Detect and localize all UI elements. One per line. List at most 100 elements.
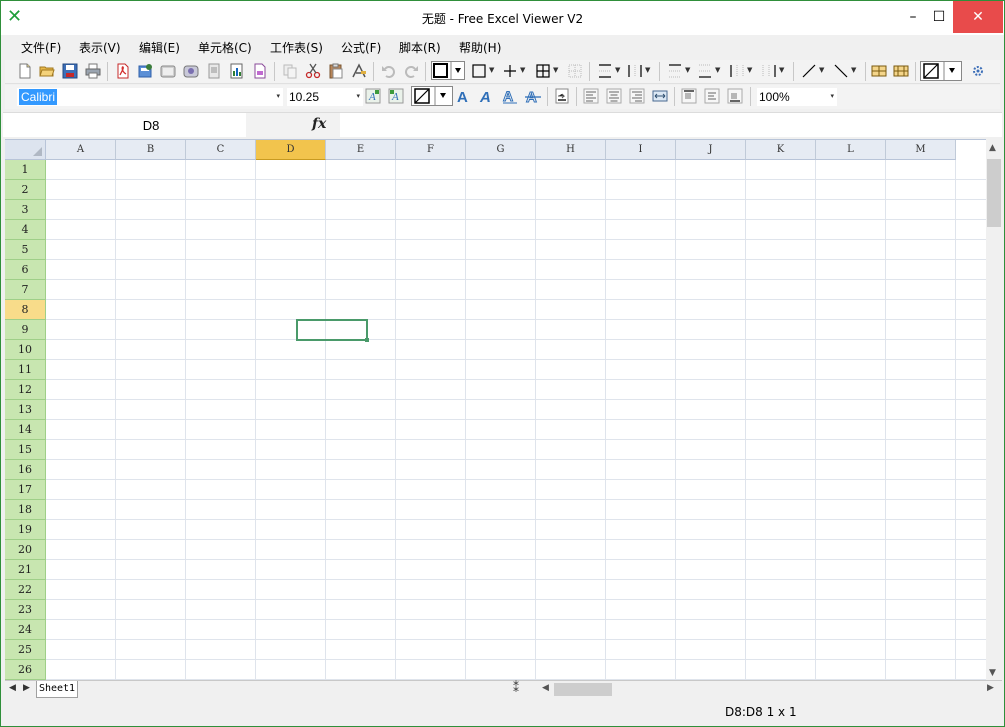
vertical-scroll-thumb[interactable] <box>987 159 1001 227</box>
column-header[interactable]: I <box>606 140 676 160</box>
page-setup-icon[interactable] <box>206 63 222 79</box>
border-top-dropdown[interactable]: ▼ <box>615 66 620 74</box>
row-header[interactable]: 11 <box>5 360 46 380</box>
image-icon[interactable] <box>160 63 176 79</box>
row-header[interactable]: 26 <box>5 660 46 680</box>
column-header[interactable]: K <box>746 140 816 160</box>
tab-sheet1[interactable]: Sheet1 <box>36 681 78 698</box>
format-painter-icon[interactable] <box>351 63 367 79</box>
menu-view[interactable]: 表示(V) <box>79 39 121 56</box>
picture-icon[interactable] <box>183 63 199 79</box>
border-bottom-icon[interactable] <box>697 63 713 79</box>
border-vertical-icon[interactable] <box>627 63 643 79</box>
print-icon[interactable] <box>85 63 101 79</box>
row-header[interactable]: 21 <box>5 560 46 580</box>
border-horizontal-dropdown[interactable]: ▼ <box>685 66 690 74</box>
chart-icon[interactable] <box>229 63 245 79</box>
valign-bottom-icon[interactable] <box>727 88 743 104</box>
align-center-icon[interactable] <box>606 88 622 104</box>
border-inner-icon[interactable] <box>502 63 518 79</box>
border-left-icon[interactable] <box>729 63 745 79</box>
merge-cells-icon[interactable] <box>871 63 887 79</box>
column-header[interactable]: G <box>466 140 536 160</box>
row-header[interactable]: 6 <box>5 260 46 280</box>
diagonal-up-dropdown[interactable]: ▼ <box>819 66 824 74</box>
settings-icon[interactable] <box>970 63 986 79</box>
border-right-icon[interactable] <box>761 63 777 79</box>
chevron-down-icon[interactable]: ▾ <box>356 92 360 100</box>
underline-icon[interactable]: A <box>502 88 518 104</box>
diagonal-down-dropdown[interactable]: ▼ <box>851 66 856 74</box>
menu-script[interactable]: 脚本(R) <box>399 39 441 56</box>
border-outer-dropdown[interactable]: ▼ <box>489 66 494 74</box>
border-box-icon[interactable] <box>431 61 465 80</box>
border-vertical-dropdown[interactable]: ▼ <box>645 66 650 74</box>
pdf-icon[interactable] <box>115 63 131 79</box>
row-header[interactable]: 7 <box>5 280 46 300</box>
menu-cell[interactable]: 单元格(C) <box>198 39 252 56</box>
italic-icon[interactable]: A <box>479 88 495 104</box>
undo-icon[interactable] <box>381 63 397 79</box>
unmerge-cells-icon[interactable] <box>893 63 909 79</box>
column-header[interactable]: E <box>326 140 396 160</box>
row-header[interactable]: 24 <box>5 620 46 640</box>
scroll-up-icon[interactable]: ▲ <box>989 143 996 153</box>
row-header[interactable]: 16 <box>5 460 46 480</box>
clear-icon[interactable] <box>252 63 268 79</box>
valign-top-icon[interactable] <box>681 88 697 104</box>
font-color-icon[interactable]: A <box>365 88 381 104</box>
scroll-left-icon[interactable]: ◀ <box>542 683 549 693</box>
border-inner-dropdown[interactable]: ▼ <box>520 66 525 74</box>
highlight-icon[interactable]: A <box>388 88 404 104</box>
column-header[interactable]: F <box>396 140 466 160</box>
zoom-select[interactable]: 100% ▾ <box>757 88 837 106</box>
row-header[interactable]: 23 <box>5 600 46 620</box>
row-header[interactable]: 25 <box>5 640 46 660</box>
column-header[interactable]: C <box>186 140 256 160</box>
export-icon[interactable] <box>137 63 153 79</box>
redo-icon[interactable] <box>403 63 419 79</box>
row-header[interactable]: 3 <box>5 200 46 220</box>
font-select[interactable]: Calibri ▾ <box>17 88 283 106</box>
fill-color-icon[interactable] <box>920 61 962 81</box>
column-header[interactable]: D <box>256 140 326 160</box>
close-button[interactable]: ✕ <box>953 1 1003 33</box>
align-left-icon[interactable] <box>583 88 599 104</box>
column-header[interactable]: M <box>886 140 956 160</box>
formula-input[interactable] <box>340 113 1002 137</box>
row-header[interactable]: 14 <box>5 420 46 440</box>
horizontal-scroll-thumb[interactable] <box>554 683 612 696</box>
merge-center-icon[interactable] <box>652 88 668 104</box>
border-top-icon[interactable] <box>597 63 613 79</box>
scroll-right-icon[interactable]: ▶ <box>987 683 994 693</box>
new-file-icon[interactable] <box>17 63 33 79</box>
menu-formula[interactable]: 公式(F) <box>341 39 381 56</box>
selected-cell[interactable] <box>296 319 369 342</box>
open-folder-icon[interactable] <box>39 63 55 79</box>
row-header[interactable]: 10 <box>5 340 46 360</box>
wrap-text-icon[interactable] <box>554 88 570 104</box>
bold-icon[interactable]: A <box>456 88 472 104</box>
row-header[interactable]: 19 <box>5 520 46 540</box>
paste-icon[interactable] <box>328 63 344 79</box>
align-right-icon[interactable] <box>629 88 645 104</box>
row-header[interactable]: 17 <box>5 480 46 500</box>
tab-next-icon[interactable]: ▶ <box>23 683 30 693</box>
border-outer-icon[interactable] <box>471 63 487 79</box>
row-header[interactable]: 12 <box>5 380 46 400</box>
row-header[interactable]: 5 <box>5 240 46 260</box>
row-header[interactable]: 15 <box>5 440 46 460</box>
menu-sheet[interactable]: 工作表(S) <box>270 39 323 56</box>
border-bottom-dropdown[interactable]: ▼ <box>715 66 720 74</box>
horizontal-scrollbar[interactable] <box>553 682 983 697</box>
border-all-icon[interactable] <box>535 63 551 79</box>
row-header[interactable]: 9 <box>5 320 46 340</box>
border-all-dropdown[interactable]: ▼ <box>553 66 558 74</box>
select-all-corner[interactable] <box>5 140 46 160</box>
menu-file[interactable]: 文件(F) <box>21 39 61 56</box>
row-header[interactable]: 22 <box>5 580 46 600</box>
function-icon[interactable]: fx <box>312 116 326 132</box>
menu-edit[interactable]: 编辑(E) <box>139 39 180 56</box>
column-header[interactable]: B <box>116 140 186 160</box>
row-header[interactable]: 1 <box>5 160 46 180</box>
